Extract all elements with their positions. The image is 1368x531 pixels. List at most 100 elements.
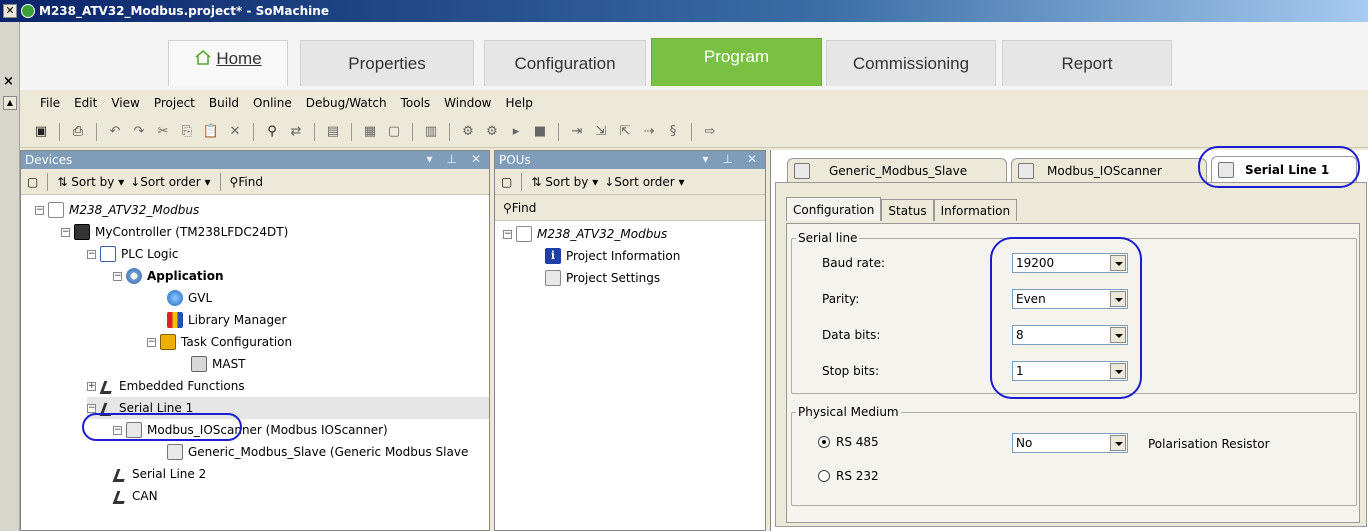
sort-order-button[interactable]: ↓Sort order ▾ — [604, 175, 684, 189]
tab-commissioning[interactable]: Commissioning — [826, 40, 996, 86]
delete-icon[interactable]: ✕ — [226, 123, 244, 141]
tree-node-project[interactable]: − M238_ATV32_Modbus — [35, 199, 199, 221]
collapse-icon[interactable]: − — [35, 205, 44, 215]
tree-node-application[interactable]: − Application — [113, 265, 224, 287]
close-icon[interactable]: ✕ — [747, 152, 757, 166]
tab-serial-line-1[interactable]: Serial Line 1 — [1211, 156, 1357, 182]
tree-node-project[interactable]: − M238_ATV32_Modbus — [503, 223, 667, 245]
tree-node-embedded-functions[interactable]: + Embedded Functions — [87, 375, 245, 397]
tree-node-plc-logic[interactable]: − PLC Logic — [87, 243, 178, 265]
menu-file[interactable]: File — [40, 96, 60, 110]
rs485-radio[interactable]: RS 485 — [818, 435, 879, 449]
sort-order-button[interactable]: ↓Sort order ▾ — [130, 175, 210, 189]
next-icon[interactable]: ⇨ — [701, 123, 719, 141]
data-bits-select[interactable]: 8 — [1012, 325, 1128, 345]
baud-rate-select[interactable]: 19200 — [1012, 253, 1128, 273]
pin-icon[interactable]: ⊥ — [722, 152, 732, 166]
login-icon[interactable]: ⚙ — [459, 123, 477, 141]
close-icon[interactable]: ✕ — [3, 4, 17, 18]
tab-properties[interactable]: Properties — [300, 40, 474, 86]
new-object-icon[interactable]: ▢ — [385, 123, 403, 141]
menu-tools[interactable]: Tools — [401, 96, 431, 110]
find-button[interactable]: ⚲Find — [230, 175, 263, 189]
tree-node-modbus-ioscanner[interactable]: − Modbus_IOScanner (Modbus IOScanner) — [113, 419, 388, 441]
close-icon[interactable]: × — [3, 74, 14, 89]
collapse-icon[interactable]: − — [113, 425, 122, 435]
find-button[interactable]: ⚲Find — [503, 201, 536, 215]
stop-bits-select[interactable]: 1 — [1012, 361, 1128, 381]
tab-information[interactable]: Information — [933, 199, 1018, 221]
menu-project[interactable]: Project — [154, 96, 195, 110]
tab-program[interactable]: Program — [651, 38, 822, 86]
dropdown-icon[interactable]: ▾ — [702, 152, 708, 166]
paste-icon[interactable]: 📋 — [202, 123, 220, 141]
chevron-down-icon[interactable] — [1110, 363, 1126, 379]
expand-icon[interactable]: + — [87, 381, 96, 391]
chevron-down-icon[interactable] — [1110, 291, 1126, 307]
menu-help[interactable]: Help — [506, 96, 533, 110]
sort-by-button[interactable]: ⇅ Sort by ▾ — [57, 175, 124, 189]
tree-node-generic-modbus-slave[interactable]: Generic_Modbus_Slave (Generic Modbus Sla… — [167, 441, 468, 463]
tree-node-can[interactable]: CAN — [113, 485, 158, 507]
tab-generic-modbus-slave[interactable]: Generic_Modbus_Slave — [787, 158, 1007, 182]
tab-status[interactable]: Status — [881, 199, 934, 221]
chevron-down-icon[interactable] — [1110, 435, 1126, 451]
tree-node-project-settings[interactable]: Project Settings — [545, 267, 660, 289]
menu-edit[interactable]: Edit — [74, 96, 97, 110]
menu-window[interactable]: Window — [444, 96, 491, 110]
step-into-icon[interactable]: ⇲ — [592, 123, 610, 141]
add-device-icon[interactable]: ▢ — [27, 175, 38, 189]
replace-icon[interactable]: ⇄ — [287, 123, 305, 141]
close-icon[interactable]: ✕ — [471, 152, 481, 166]
menu-view[interactable]: View — [111, 96, 139, 110]
scroll-up-icon[interactable]: ▲ — [3, 96, 17, 110]
tree-node-mast[interactable]: MAST — [191, 353, 246, 375]
save-icon[interactable]: ▣ — [32, 123, 50, 141]
collapse-icon[interactable]: − — [87, 249, 96, 259]
chevron-down-icon[interactable] — [1110, 255, 1126, 271]
tree-node-project-information[interactable]: i Project Information — [545, 245, 680, 267]
cut-icon[interactable]: ✂ — [154, 123, 172, 141]
tab-home[interactable]: Home — [168, 40, 288, 86]
polarisation-select[interactable]: No — [1012, 433, 1128, 453]
tree-node-controller[interactable]: − MyController (TM238LFDC24DT) — [61, 221, 288, 243]
menu-online[interactable]: Online — [253, 96, 292, 110]
rs232-radio[interactable]: RS 232 — [818, 469, 879, 483]
menu-debug-watch[interactable]: Debug/Watch — [306, 96, 387, 110]
collapse-icon[interactable]: − — [503, 229, 512, 239]
run-to-cursor-icon[interactable]: ⇢ — [640, 123, 658, 141]
collapse-icon[interactable]: − — [61, 227, 70, 237]
compile-icon[interactable]: ▤ — [324, 123, 342, 141]
menu-build[interactable]: Build — [209, 96, 239, 110]
stop-icon[interactable]: ■ — [531, 123, 549, 141]
dropdown-icon[interactable]: ▾ — [426, 152, 432, 166]
monitor-icon[interactable]: ▥ — [422, 123, 440, 141]
collapse-icon[interactable]: − — [87, 403, 96, 413]
add-pou-icon[interactable]: ▢ — [501, 175, 512, 189]
redo-icon[interactable]: ↷ — [130, 123, 148, 141]
sort-by-button[interactable]: ⇅ Sort by ▾ — [531, 175, 598, 189]
print-icon[interactable]: ⎙ — [69, 123, 87, 141]
undo-icon[interactable]: ↶ — [106, 123, 124, 141]
breakpoint-icon[interactable]: § — [664, 123, 682, 141]
collapse-icon[interactable]: − — [147, 337, 156, 347]
run-icon[interactable]: ▸ — [507, 123, 525, 141]
chevron-down-icon[interactable] — [1110, 327, 1126, 343]
tree-node-task-configuration[interactable]: − Task Configuration — [147, 331, 292, 353]
step-out-icon[interactable]: ⇱ — [616, 123, 634, 141]
parity-select[interactable]: Even — [1012, 289, 1128, 309]
build-icon[interactable]: ▦ — [361, 123, 379, 141]
find-icon[interactable]: ⚲ — [263, 123, 281, 141]
copy-icon[interactable]: ⎘ — [178, 123, 196, 141]
tree-node-library-manager[interactable]: Library Manager — [167, 309, 286, 331]
tree-node-gvl[interactable]: GVL — [167, 287, 212, 309]
tab-configuration[interactable]: Configuration — [786, 197, 882, 221]
pin-icon[interactable]: ⊥ — [446, 152, 456, 166]
tab-configuration[interactable]: Configuration — [484, 40, 646, 86]
tab-modbus-ioscanner[interactable]: Modbus_IOScanner — [1011, 158, 1207, 182]
tree-node-serial-line-2[interactable]: Serial Line 2 — [113, 463, 206, 485]
tree-node-serial-line-1[interactable]: − Serial Line 1 — [87, 397, 489, 419]
step-over-icon[interactable]: ⇥ — [568, 123, 586, 141]
logout-icon[interactable]: ⚙ — [483, 123, 501, 141]
collapse-icon[interactable]: − — [113, 271, 122, 281]
